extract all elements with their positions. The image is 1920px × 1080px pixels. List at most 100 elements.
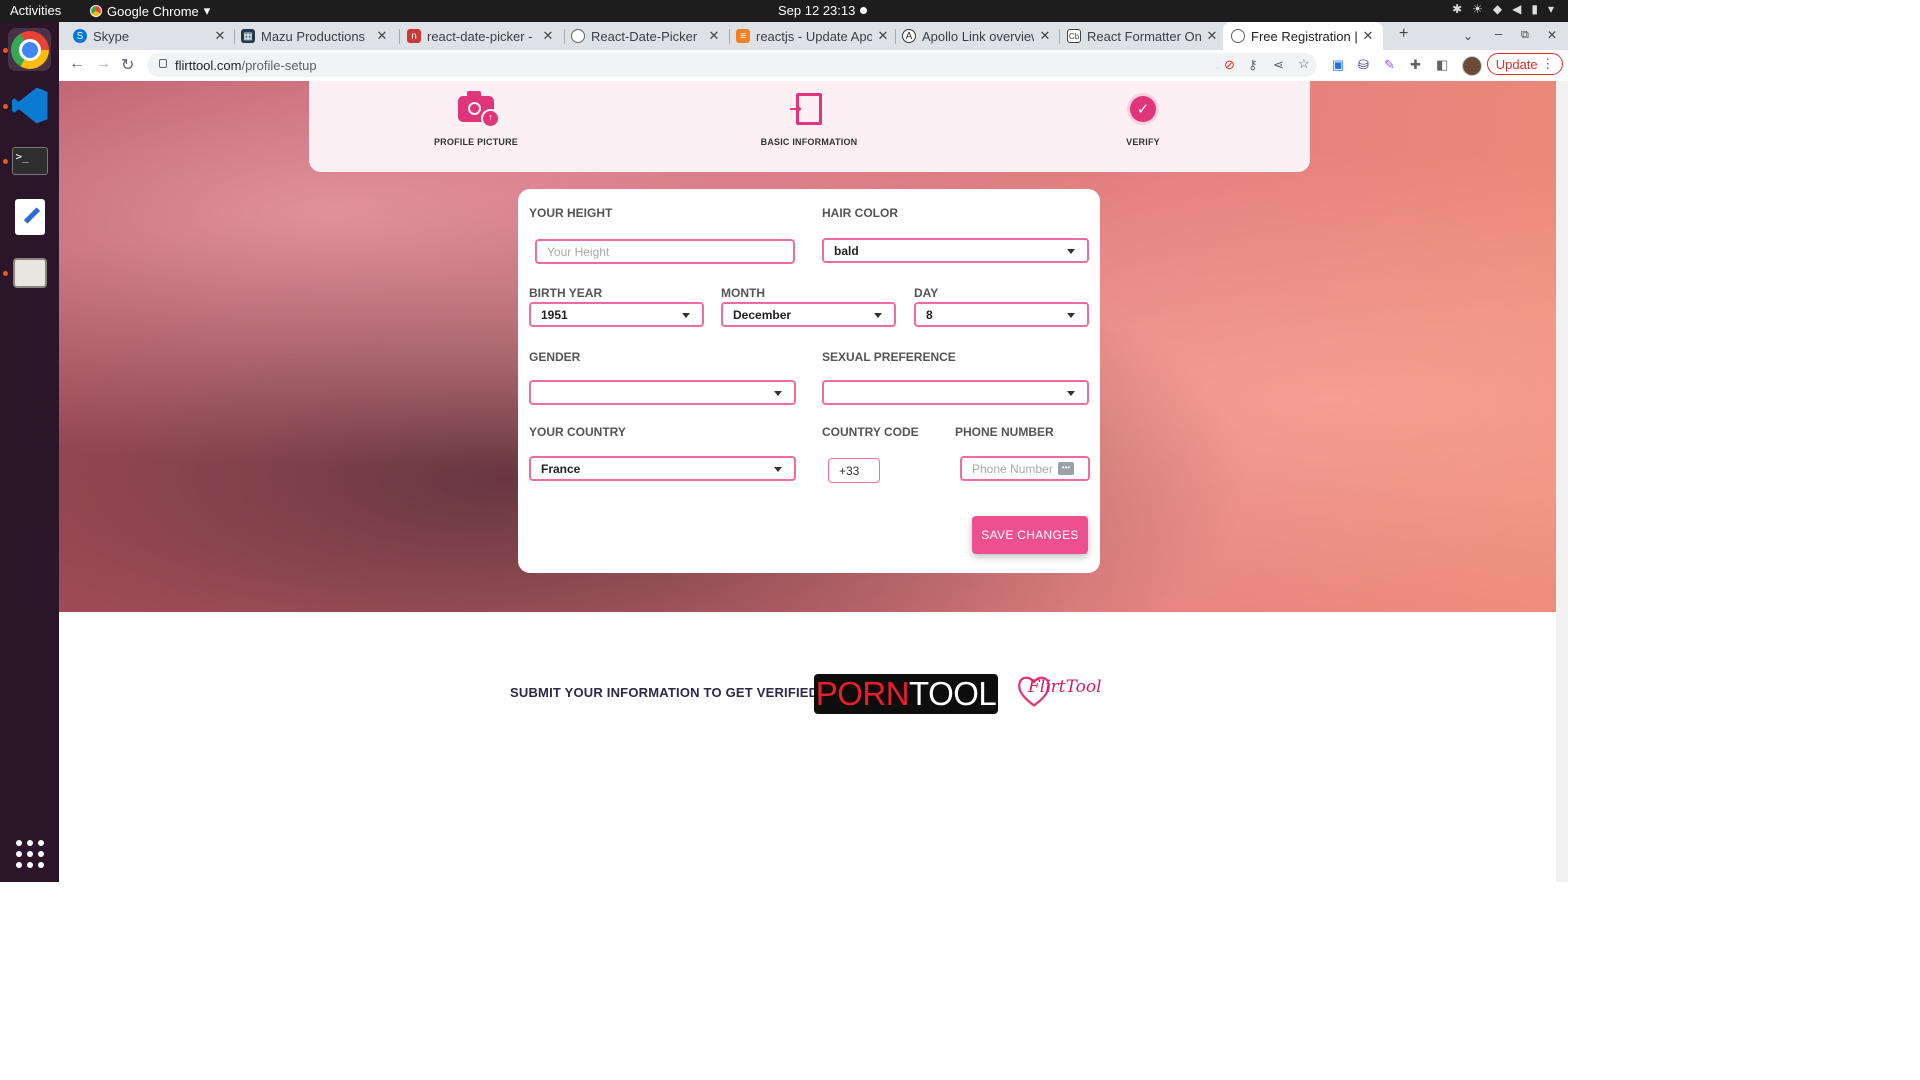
- gender-select[interactable]: [529, 380, 796, 405]
- verification-prompt: SUBMIT YOUR INFORMATION TO GET VERIFIED: [510, 685, 819, 700]
- reload-icon[interactable]: ↻: [121, 55, 134, 75]
- close-icon[interactable]: ✕: [213, 28, 227, 44]
- extensions-puzzle-icon[interactable]: ✚: [1410, 57, 1421, 73]
- bookmark-star-icon[interactable]: ☆: [1298, 56, 1310, 72]
- profile-avatar[interactable]: [1462, 56, 1482, 76]
- phone-number-input[interactable]: Phone Number •••: [960, 456, 1090, 481]
- height-input[interactable]: Your Height: [535, 239, 795, 264]
- close-icon[interactable]: ✕: [707, 28, 721, 44]
- phone-number-label: PHONE NUMBER: [955, 425, 1054, 439]
- close-icon[interactable]: ✕: [375, 28, 389, 44]
- web-page: ↑ PROFILE PICTURE BASIC INFORMATION ✓ VE…: [59, 81, 1568, 882]
- close-icon[interactable]: ✕: [1361, 28, 1375, 44]
- tab-reactjs-update[interactable]: ≡ reactjs - Update Apo ✕: [736, 22, 890, 50]
- flirttool-logo[interactable]: FlirtTool: [1014, 671, 1109, 716]
- blocked-popup-icon[interactable]: ⊘: [1224, 57, 1235, 73]
- dock-chrome[interactable]: [8, 28, 51, 71]
- page-scrollbar[interactable]: [1556, 81, 1568, 882]
- tab-search-icon[interactable]: ⌄: [1463, 29, 1473, 43]
- system-tray[interactable]: ✱ ☀ ◆ ◀ ▮ ▾: [1452, 2, 1554, 16]
- tab-title: Apollo Link overview: [922, 28, 1034, 44]
- back-icon[interactable]: ←: [69, 55, 85, 73]
- caret-down-icon: [1067, 391, 1075, 396]
- update-label: Update: [1495, 56, 1538, 72]
- forward-icon[interactable]: →: [95, 55, 111, 73]
- tab-skype[interactable]: S Skype ✕: [73, 22, 227, 50]
- extension-pen-icon[interactable]: ✎: [1384, 57, 1395, 73]
- tab-react-date-picker[interactable]: React-Date-Picker ✕: [571, 22, 721, 50]
- country-select[interactable]: France: [529, 456, 796, 481]
- url-text[interactable]: flirttool.com/profile-setup: [175, 58, 317, 73]
- close-icon[interactable]: ✕: [876, 28, 890, 44]
- share-icon[interactable]: ⋖: [1273, 57, 1284, 73]
- extension-screen-icon[interactable]: ▣: [1332, 57, 1344, 73]
- key-icon[interactable]: ⚷: [1248, 57, 1258, 73]
- birth-year-value: 1951: [541, 307, 568, 322]
- battery-icon: ▮: [1531, 2, 1538, 16]
- step-basic-information[interactable]: BASIC INFORMATION: [689, 81, 929, 147]
- close-icon[interactable]: ✕: [1038, 28, 1052, 44]
- dock-files[interactable]: [8, 251, 51, 294]
- step-verify[interactable]: ✓ VERIFY: [1023, 81, 1263, 147]
- tab-strip: S Skype ✕ ▦ Mazu Productions ✕ n react-d…: [59, 22, 1568, 50]
- hair-color-select[interactable]: bald: [822, 238, 1089, 263]
- show-applications-icon[interactable]: [16, 840, 44, 868]
- flirttool-wordmark: FlirtTool: [1028, 677, 1102, 697]
- sign-in-document-icon: [789, 93, 822, 125]
- app-menu[interactable]: Google Chrome ▾: [90, 3, 210, 19]
- cb-icon: Cb: [1067, 29, 1081, 43]
- tab-title: Free Registration | L: [1251, 28, 1357, 44]
- tab-react-formatter[interactable]: Cb React Formatter On ✕: [1067, 22, 1219, 50]
- sexual-preference-select[interactable]: [822, 380, 1089, 405]
- camera-upload-icon: ↑: [458, 91, 500, 128]
- dock-vscode[interactable]: [8, 84, 51, 127]
- npm-icon: n: [407, 29, 421, 43]
- check-circle-icon: ✓: [1130, 96, 1156, 122]
- app-name: Google Chrome: [107, 3, 199, 19]
- tab-react-date-picker-npm[interactable]: n react-date-picker - np ✕: [407, 22, 555, 50]
- wifi-icon: ◆: [1492, 2, 1503, 16]
- extension-badge-icon[interactable]: ⛁: [1358, 57, 1369, 73]
- url-path: /profile-setup: [241, 58, 317, 73]
- terminal-icon: >_: [11, 146, 48, 175]
- activities-button[interactable]: Activities: [10, 3, 61, 18]
- step-label: VERIFY: [1126, 137, 1160, 147]
- month-select[interactable]: December: [721, 302, 896, 327]
- close-window-button[interactable]: ✕: [1547, 28, 1557, 42]
- birth-year-select[interactable]: 1951: [529, 302, 704, 327]
- browser-toolbar: ← → ↻ flirttool.com/profile-setup ⊘ ⚷ ⋖ …: [59, 50, 1568, 82]
- tab-free-registration[interactable]: Free Registration | L ✕: [1223, 22, 1383, 50]
- tab-title: react-date-picker - np: [427, 28, 537, 44]
- close-icon[interactable]: ✕: [1205, 28, 1219, 44]
- step-profile-picture[interactable]: ↑ PROFILE PICTURE: [356, 81, 596, 147]
- logo-text-part: TOOL: [909, 675, 997, 712]
- close-icon[interactable]: ✕: [541, 28, 555, 44]
- restore-button[interactable]: ⧉: [1521, 29, 1529, 42]
- tab-title: React Formatter On: [1087, 28, 1201, 44]
- running-indicator: [3, 104, 8, 109]
- address-bar[interactable]: flirttool.com/profile-setup ⊘ ⚷ ⋖ ☆: [147, 53, 1317, 77]
- minimize-button[interactable]: –: [1495, 26, 1502, 41]
- notification-dot: [860, 7, 867, 14]
- globe-icon: [571, 29, 585, 43]
- tab-title: reactjs - Update Apo: [756, 28, 872, 44]
- lock-icon[interactable]: [159, 59, 167, 68]
- chevron-down-icon: ▾: [203, 3, 211, 18]
- clock[interactable]: Sep 12 23:13: [778, 3, 855, 18]
- autofill-keyboard-icon[interactable]: •••: [1058, 462, 1074, 475]
- side-panel-icon[interactable]: ◧: [1436, 57, 1448, 73]
- update-button[interactable]: Update ⋮: [1487, 53, 1563, 75]
- day-select[interactable]: 8: [914, 302, 1089, 327]
- dock-text-editor[interactable]: [8, 195, 51, 238]
- day-value: 8: [926, 307, 933, 322]
- url-domain: flirttool.com: [175, 58, 242, 73]
- save-changes-button[interactable]: SAVE CHANGES: [972, 516, 1088, 554]
- tab-apollo-link[interactable]: A Apollo Link overview ✕: [902, 22, 1052, 50]
- new-tab-button[interactable]: +: [1399, 25, 1408, 43]
- dock-terminal[interactable]: >_: [8, 139, 51, 182]
- tab-mazu-productions[interactable]: ▦ Mazu Productions ✕: [241, 22, 389, 50]
- hair-color-label: HAIR COLOR: [822, 206, 898, 220]
- porntool-logo[interactable]: PORN TOOL: [814, 674, 998, 714]
- country-code-input[interactable]: +33: [828, 458, 880, 483]
- stackoverflow-icon: ≡: [736, 29, 750, 43]
